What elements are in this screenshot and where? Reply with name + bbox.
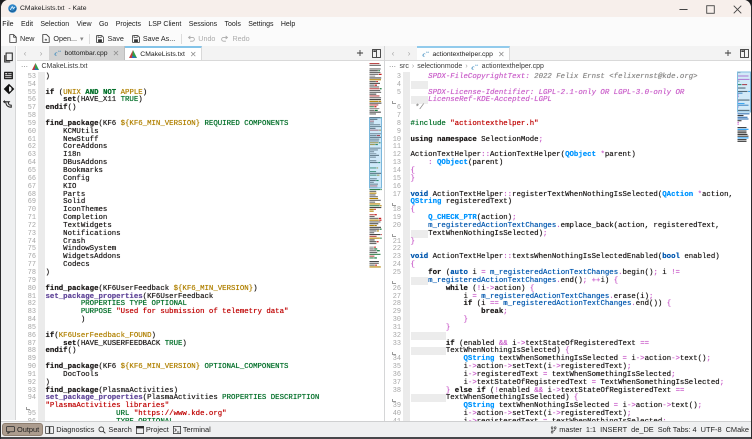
svg-text:c: c [54, 50, 57, 57]
svg-text:**: ** [58, 49, 62, 54]
svg-text:c: c [422, 51, 425, 58]
svg-text:**: ** [426, 50, 430, 55]
svg-text:c: c [471, 64, 474, 71]
svg-text:**: ** [475, 63, 479, 68]
